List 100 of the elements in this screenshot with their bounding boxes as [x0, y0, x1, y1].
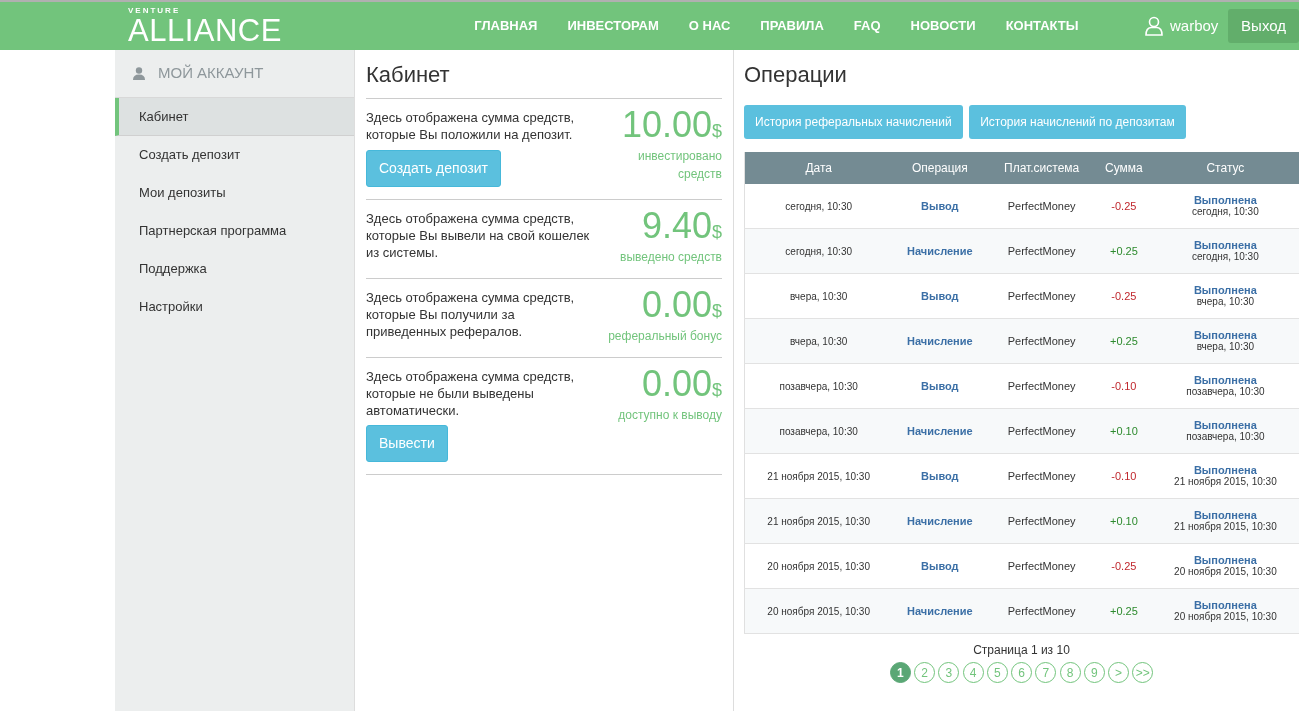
amount-text: +0.10: [1109, 425, 1138, 438]
stat-description: Здесь отображена сумма средств, которые Вы вывели на свой кошелек из системы.: [366, 209, 591, 261]
payment-system: PerfectMoney: [1007, 470, 1076, 483]
stat-label: реферальный бонус: [608, 327, 722, 345]
payment-system: PerfectMoney: [1007, 425, 1076, 438]
status-text: Выполнена: [1192, 599, 1258, 612]
amount-text: +0.25: [1109, 245, 1138, 258]
operation-link[interactable]: Начисление: [907, 515, 973, 528]
logo-subtitle: VENTURE: [128, 6, 182, 15]
operation-link[interactable]: Начисление: [907, 335, 973, 348]
user-icon: [133, 67, 145, 80]
amount-text: +0.25: [1109, 605, 1138, 618]
status-time: 21 ноября 2015, 10:30: [1173, 521, 1278, 534]
history-button[interactable]: История начислений по депозитам: [969, 104, 1186, 139]
amount-text: +0.25: [1109, 335, 1138, 348]
payment-system: PerfectMoney: [1007, 560, 1076, 573]
operation-link[interactable]: Начисление: [907, 605, 973, 618]
status-time: вчера, 10:30: [1195, 296, 1256, 309]
payment-system: PerfectMoney: [1007, 380, 1076, 393]
date-text: сегодня, 10:30: [785, 200, 852, 212]
status-time: позавчера, 10:30: [1185, 431, 1266, 444]
column-header: Операция: [892, 151, 988, 184]
currency-sign: $: [712, 300, 722, 321]
amount-text: -0.25: [1111, 560, 1137, 573]
date-text: сегодня, 10:30: [785, 245, 852, 257]
status-text: Выполнена: [1192, 509, 1258, 522]
logout-button[interactable]: Выход: [1228, 9, 1299, 43]
stat-description: Здесь отображена сумма средств, которые Вы получили за приведенных рефералов.: [366, 288, 576, 340]
status-text: Выполнена: [1192, 554, 1258, 567]
nav-link[interactable]: ИНВЕСТОРАМ: [552, 16, 674, 36]
column-header: Сумма: [1095, 151, 1152, 184]
status-time: позавчера, 10:30: [1185, 386, 1266, 399]
date-text: 20 ноября 2015, 10:30: [767, 560, 870, 572]
stat-description: Здесь отображена сумма средств, которые не были выведены автоматически.: [366, 367, 576, 419]
sidebar-item[interactable]: Создать депозит: [115, 136, 354, 174]
status-text: Выполнена: [1192, 329, 1258, 342]
sidebar-item[interactable]: Кабинет: [115, 98, 354, 136]
sidebar-item[interactable]: Настройки: [115, 288, 354, 326]
sidebar-item[interactable]: Партнерская программа: [115, 212, 354, 250]
nav-link[interactable]: НОВОСТИ: [895, 16, 991, 36]
status-time: 20 ноября 2015, 10:30: [1173, 611, 1278, 624]
column-header: Плат.система: [987, 151, 1096, 184]
stat-amount: 10.00: [621, 104, 712, 146]
action-button[interactable]: Вывести: [366, 425, 448, 463]
amount-text: -0.10: [1111, 380, 1137, 393]
nav-link[interactable]: КОНТАКТЫ: [990, 16, 1094, 36]
operation-link[interactable]: Вывод: [921, 199, 959, 212]
operation-link[interactable]: Вывод: [921, 380, 959, 393]
column-header: Дата: [744, 151, 893, 184]
operation-link[interactable]: Начисление: [907, 245, 973, 258]
date-text: 21 ноября 2015, 10:30: [767, 515, 870, 527]
date-text: 20 ноября 2015, 10:30: [767, 605, 870, 617]
status-text: Выполнена: [1192, 464, 1258, 477]
stat-label: доступно к выводу: [618, 406, 722, 424]
page-button[interactable]: 1: [889, 662, 911, 684]
date-text: 21 ноября 2015, 10:30: [767, 470, 870, 482]
operation-link[interactable]: Вывод: [921, 560, 959, 573]
sidebar-item[interactable]: Мои депозиты: [115, 174, 354, 212]
status-time: 21 ноября 2015, 10:30: [1173, 476, 1278, 489]
status-time: вчера, 10:30: [1195, 341, 1256, 354]
operation-link[interactable]: Вывод: [921, 290, 959, 303]
history-button[interactable]: История реферальных начислений: [744, 104, 963, 139]
currency-sign: $: [712, 121, 722, 142]
status-text: Выполнена: [1192, 194, 1258, 207]
date-text: вчера, 10:30: [790, 335, 848, 347]
stat-amount: 9.40: [641, 204, 712, 246]
payment-system: PerfectMoney: [1007, 199, 1076, 212]
payment-system: PerfectMoney: [1007, 290, 1076, 303]
page-title: Операции: [744, 61, 848, 89]
amount-text: -0.25: [1111, 290, 1137, 303]
status-text: Выполнена: [1192, 239, 1258, 252]
payment-system: PerfectMoney: [1007, 515, 1076, 528]
currency-sign: $: [712, 379, 722, 400]
stat-amount: 0.00: [641, 362, 712, 404]
user-icon: [1143, 16, 1164, 36]
status-text: Выполнена: [1192, 284, 1258, 297]
nav-link[interactable]: ПРАВИЛА: [745, 16, 839, 36]
stat-amount: 0.00: [641, 283, 712, 325]
payment-system: PerfectMoney: [1007, 605, 1076, 618]
operation-link[interactable]: Вывод: [921, 470, 959, 483]
username: warboy: [1170, 15, 1219, 36]
column-header: Статус: [1151, 151, 1299, 184]
page-title: Кабинет: [366, 50, 722, 100]
status-time: 20 ноября 2015, 10:30: [1173, 566, 1278, 579]
action-button[interactable]: Создать депозит: [366, 149, 501, 187]
nav-link[interactable]: О НАС: [673, 16, 746, 36]
amount-text: -0.25: [1111, 199, 1137, 212]
sidebar-item[interactable]: Поддержка: [115, 250, 354, 288]
amount-text: +0.10: [1109, 515, 1138, 528]
currency-sign: $: [712, 221, 722, 242]
stat-label: выведено средств: [620, 248, 722, 266]
operation-link[interactable]: Начисление: [907, 425, 973, 438]
logo-text: ALLIANCE: [128, 14, 283, 46]
payment-system: PerfectMoney: [1007, 335, 1076, 348]
date-text: вчера, 10:30: [790, 290, 848, 302]
date-text: позавчера, 10:30: [779, 380, 858, 392]
nav-link[interactable]: FAQ: [838, 16, 896, 36]
amount-text: -0.10: [1111, 470, 1137, 483]
nav-link[interactable]: ГЛАВНАЯ: [459, 16, 553, 36]
page-info: Страница 1 из 10: [972, 641, 1071, 659]
